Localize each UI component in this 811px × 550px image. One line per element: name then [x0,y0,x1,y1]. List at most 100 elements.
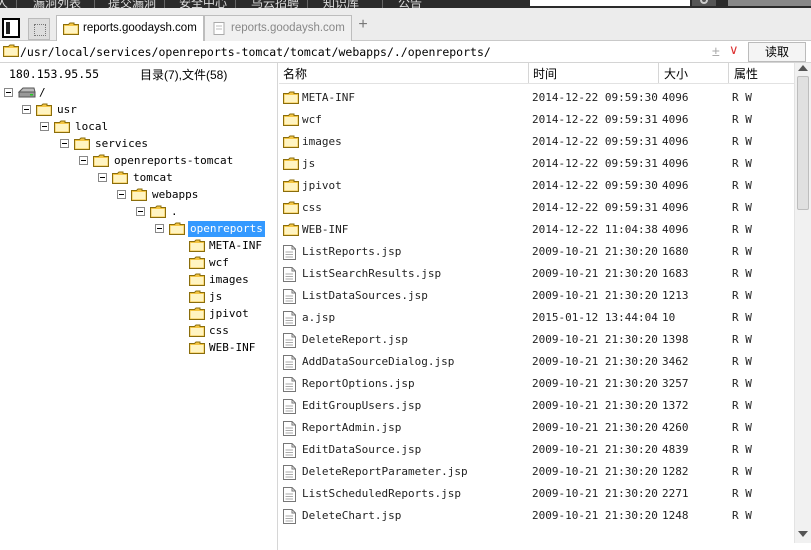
file-row[interactable]: ListReports.jsp 2009-10-21 21:30:20 1680 R … [279,241,794,263]
folder-icon [283,135,299,148]
file-attr: R W [732,333,752,346]
file-row[interactable]: images 2014-12-22 09:59:31 4096 R W [279,131,794,153]
vertical-scrollbar[interactable] [794,63,811,543]
tree-label: local [75,120,109,133]
menu-separator [382,0,383,8]
blank-tab-icon[interactable] [28,18,50,40]
file-name: ListReports.jsp [302,245,402,258]
file-size: 1398 [662,333,689,346]
tree-label: images [209,273,249,286]
file-size: 4096 [662,223,689,236]
collapse-toggle-icon[interactable] [98,173,107,182]
column-separator[interactable] [728,63,729,83]
file-time: 2009-10-21 21:30:20 [532,377,658,390]
folder-icon [283,157,299,170]
folder-icon [131,188,147,201]
file-row[interactable]: ListScheduledReports.jsp 2009-10-21 21:30… [279,483,794,505]
collapse-toggle-icon[interactable] [22,105,31,114]
file-time: 2014-12-22 09:59:31 [532,157,658,170]
file-row[interactable]: DeleteReportParameter.jsp 2009-10-21 21:3… [279,461,794,483]
tab-inactive[interactable]: reports.goodaysh.com [204,15,352,41]
file-row[interactable]: a.jsp 2015-01-12 13:44:04 10 R W [279,307,794,329]
file-row[interactable]: ListDataSources.jsp 2009-10-21 21:30:20 12… [279,285,794,307]
column-header-size[interactable]: 大小 [664,65,688,83]
collapse-toggle-icon[interactable] [60,139,69,148]
tab-active[interactable]: reports.goodaysh.com [56,15,204,42]
file-attr: R W [732,487,752,500]
file-time: 2014-12-22 09:59:30 [532,91,658,104]
tree-label: wcf [209,256,229,269]
file-time: 2009-10-21 21:30:20 [532,443,658,456]
menu-separator [16,0,17,8]
file-icon [283,377,296,392]
scroll-thumb[interactable] [797,76,809,210]
top-search-button[interactable] [692,0,716,6]
top-menu-item[interactable]: 公告 [398,0,422,8]
sidebar-toggle-button[interactable] [2,18,20,38]
file-list-panel: 名称 时间 大小 属性 META-INF 2014-12-22 09:59:30 4… [279,63,811,550]
file-time: 2009-10-21 21:30:20 [532,355,658,368]
column-header-name[interactable]: 名称 [283,65,307,83]
file-time: 2014-12-22 09:59:30 [532,179,658,192]
column-header-attr[interactable]: 属性 [734,65,758,83]
new-tab-icon[interactable]: + [356,17,370,33]
top-search-input[interactable] [530,0,690,6]
file-attr: R W [732,377,752,390]
folder-icon [189,307,205,320]
file-name: AddDataSourceDialog.jsp [302,355,455,368]
file-size: 4096 [662,91,689,104]
collapse-toggle-icon[interactable] [155,224,164,233]
file-row[interactable]: EditDataSource.jsp 2009-10-21 21:30:20 483… [279,439,794,461]
file-size: 4839 [662,443,689,456]
scroll-down-icon[interactable] [798,531,808,537]
file-row[interactable]: DeleteChart.jsp 2009-10-21 21:30:20 1248 R … [279,505,794,527]
chevron-down-icon[interactable]: ∨ [729,42,739,58]
folder-icon [93,154,109,167]
tree-label: webapps [152,188,199,201]
menu-separator [94,0,95,8]
file-row[interactable]: ReportOptions.jsp 2009-10-21 21:30:20 3257… [279,373,794,395]
file-row[interactable]: WEB-INF 2014-12-22 11:04:38 4096 R W [279,219,794,241]
collapse-toggle-icon[interactable] [117,190,126,199]
folder-icon [283,113,299,126]
column-header-time[interactable]: 时间 [533,65,557,83]
collapse-toggle-icon[interactable] [136,207,145,216]
file-row[interactable]: css 2014-12-22 09:59:31 4096 R W [279,197,794,219]
file-row[interactable]: ReportAdmin.jsp 2009-10-21 21:30:20 4260 R … [279,417,794,439]
top-menu-item[interactable]: 漏洞列表 [33,0,81,8]
file-row[interactable]: DeleteReport.jsp 2009-10-21 21:30:20 1398 R… [279,329,794,351]
file-row[interactable]: ListSearchResults.jsp 2009-10-21 21:30:20… [279,263,794,285]
tab-label: reports.goodaysh.com [83,22,197,34]
file-time: 2014-12-22 09:59:31 [532,113,658,126]
collapse-toggle-icon[interactable] [79,156,88,165]
file-row[interactable]: jpivot 2014-12-22 09:59:30 4096 R W [279,175,794,197]
file-name: css [302,201,322,214]
file-row[interactable]: wcf 2014-12-22 09:59:31 4096 R W [279,109,794,131]
file-size: 3462 [662,355,689,368]
directory-tree-panel: 180.153.95.55 目录(7),文件(58) / usr local s… [0,63,278,550]
top-menu-item[interactable]: 乌云招聘 [251,0,299,8]
file-attr: R W [732,443,752,456]
top-menu-item[interactable]: 人 [0,0,8,8]
scroll-up-icon[interactable] [798,65,808,71]
folder-icon [283,179,299,192]
collapse-toggle-icon[interactable] [4,88,13,97]
folder-open-icon [169,222,185,235]
file-time: 2009-10-21 21:30:20 [532,267,658,280]
file-size: 4260 [662,421,689,434]
collapse-toggle-icon[interactable] [40,122,49,131]
column-separator[interactable] [658,63,659,83]
read-button[interactable]: 读取 [748,42,806,62]
top-menu-item[interactable]: 知识库 [323,0,359,8]
file-row[interactable]: AddDataSourceDialog.jsp 2009-10-21 21:30:… [279,351,794,373]
top-menu-item[interactable]: 提交漏洞 [108,0,156,8]
column-separator[interactable] [528,63,529,83]
plus-icon[interactable]: ± [712,43,720,59]
file-row[interactable]: META-INF 2014-12-22 09:59:30 4096 R W [279,87,794,109]
file-row[interactable]: js 2014-12-22 09:59:31 4096 R W [279,153,794,175]
folder-icon [189,239,205,252]
path-input[interactable] [20,43,710,61]
file-size: 1683 [662,267,689,280]
top-menu-item[interactable]: 安全中心 [179,0,227,8]
file-row[interactable]: EditGroupUsers.jsp 2009-10-21 21:30:20 137… [279,395,794,417]
